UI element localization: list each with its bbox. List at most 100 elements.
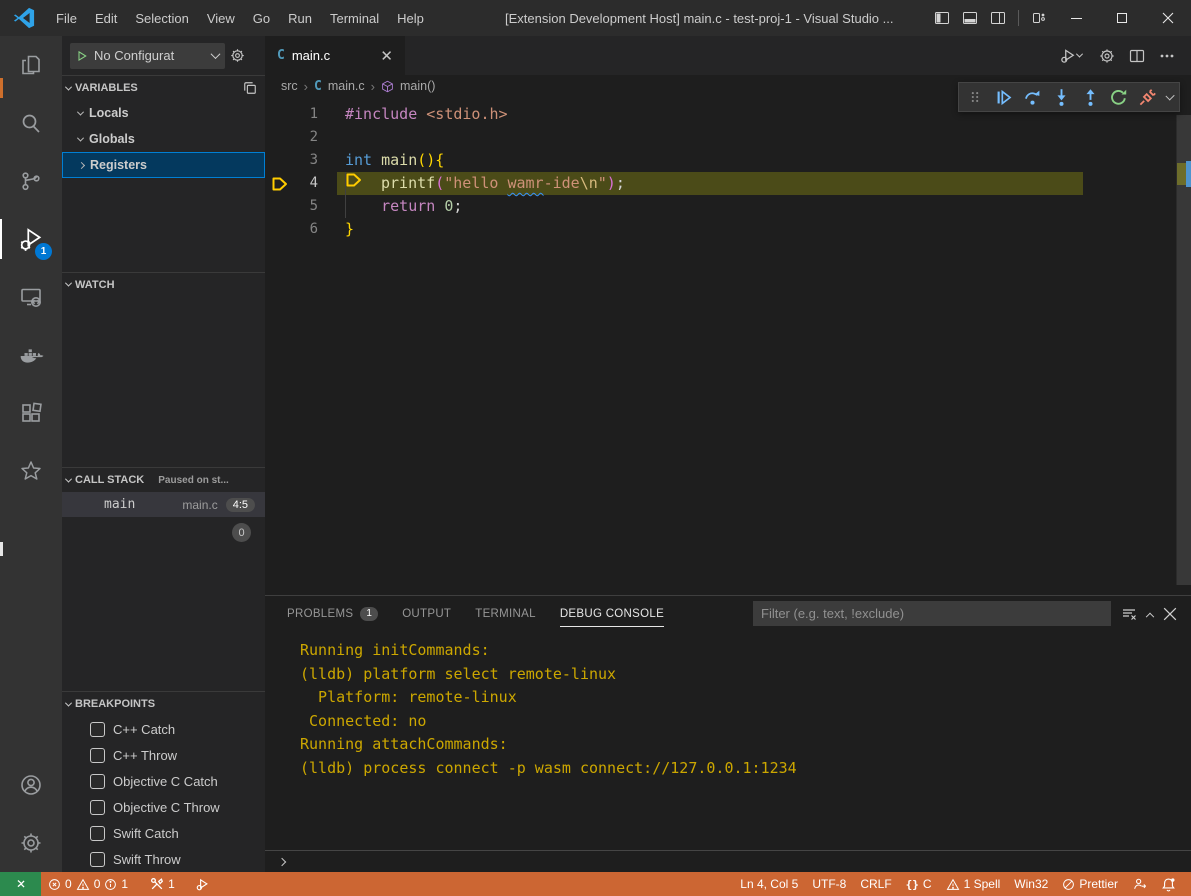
stack-frame-row[interactable]: main main.c 4:5 (62, 492, 265, 517)
menu-edit[interactable]: Edit (86, 11, 126, 26)
breadcrumb-symbol[interactable]: main() (400, 79, 435, 93)
call-stack-section-header[interactable]: CALL STACK Paused on st... (62, 468, 265, 492)
close-panel-icon[interactable] (1163, 607, 1177, 621)
breakpoint-row[interactable]: C++ Throw (62, 742, 265, 768)
line-text[interactable]: printf("hello wamr-ide\n"); (345, 172, 625, 195)
menu-go[interactable]: Go (244, 11, 279, 26)
breakpoint-row[interactable]: Swift Catch (62, 820, 265, 846)
line-text[interactable]: return 0; (345, 195, 462, 218)
close-tab-icon[interactable]: ✕ (380, 47, 393, 65)
line-text[interactable]: #include <stdio.h> (345, 103, 508, 126)
glyph-margin[interactable] (268, 149, 292, 172)
breakpoint-row[interactable]: C++ Catch (62, 716, 265, 742)
formatter-status[interactable]: Prettier (1055, 872, 1125, 896)
tools-status[interactable]: 1 (143, 872, 182, 896)
close-button[interactable] (1145, 0, 1191, 36)
glyph-margin[interactable] (268, 218, 292, 241)
code-line-4[interactable]: 4printf("hello wamr-ide\n"); (265, 172, 1191, 195)
settings-gear-icon[interactable] (0, 814, 62, 872)
debug-toolbar[interactable] (958, 82, 1180, 112)
toggle-panel-icon[interactable] (956, 4, 984, 32)
breakpoint-checkbox[interactable] (90, 722, 105, 737)
panel-tab-terminal[interactable]: TERMINAL (475, 596, 536, 631)
debug-launch-status[interactable] (188, 872, 217, 896)
docker-icon[interactable] (0, 326, 62, 384)
more-actions-icon[interactable] (1159, 48, 1175, 64)
variables-scope-locals[interactable]: Locals (62, 100, 265, 126)
platform-status[interactable]: Win32 (1007, 872, 1055, 896)
explorer-icon[interactable] (0, 36, 62, 94)
maximize-button[interactable] (1099, 0, 1145, 36)
notifications-status[interactable] (1154, 872, 1183, 896)
line-text[interactable]: } (345, 218, 354, 241)
spell-checker-status[interactable]: 1 Spell (939, 872, 1008, 896)
debug-console-output[interactable]: Running initCommands:(lldb) platform sel… (265, 631, 1191, 850)
tab-main-c[interactable]: C main.c ✕ (265, 36, 405, 75)
glyph-margin[interactable] (268, 103, 292, 126)
step-into-icon[interactable] (1051, 86, 1071, 108)
eol-status[interactable]: CRLF (853, 872, 898, 896)
run-or-debug-icon[interactable] (1055, 45, 1085, 67)
debug-start-icon[interactable] (76, 50, 88, 62)
breakpoint-checkbox[interactable] (90, 826, 105, 841)
restart-icon[interactable] (1109, 86, 1129, 108)
feedback-status[interactable] (1125, 872, 1154, 896)
source-control-icon[interactable] (0, 152, 62, 210)
breakpoints-section-header[interactable]: BREAKPOINTS (62, 692, 265, 716)
watch-section-header[interactable]: WATCH (62, 273, 265, 297)
breakpoint-checkbox[interactable] (90, 852, 105, 867)
maximize-panel-icon[interactable] (1146, 612, 1154, 620)
panel-tab-debug-console[interactable]: DEBUG CONSOLE (560, 596, 664, 631)
toolbar-drag-grip[interactable] (965, 86, 985, 108)
panel-tab-output[interactable]: OUTPUT (402, 596, 451, 631)
debug-execution-pointer-icon[interactable] (268, 172, 292, 195)
variables-scope-globals[interactable]: Globals (62, 126, 265, 152)
language-mode-status[interactable]: {​} C (899, 872, 939, 896)
menu-selection[interactable]: Selection (126, 11, 197, 26)
variables-scope-registers[interactable]: Registers (62, 152, 265, 178)
panel-tab-problems[interactable]: PROBLEMS1 (287, 596, 378, 631)
variables-section-header[interactable]: VARIABLES (62, 76, 265, 100)
breakpoint-row[interactable]: Objective C Throw (62, 794, 265, 820)
step-over-icon[interactable] (1023, 86, 1043, 108)
extensions-icon[interactable] (0, 384, 62, 442)
code-line-5[interactable]: 5 return 0; (265, 195, 1191, 218)
menu-view[interactable]: View (198, 11, 244, 26)
code-editor[interactable]: 1#include <stdio.h>23int main(){4printf(… (265, 97, 1191, 595)
menu-help[interactable]: Help (388, 11, 433, 26)
star-extension-icon[interactable] (0, 442, 62, 500)
launch-settings-gear-icon[interactable] (230, 48, 245, 63)
breadcrumb-file[interactable]: main.c (328, 79, 365, 93)
remote-indicator[interactable] (0, 872, 41, 896)
code-line-6[interactable]: 6} (265, 218, 1191, 241)
breadcrumb-src[interactable]: src (281, 79, 298, 93)
gear-icon[interactable] (1099, 48, 1115, 64)
split-editor-icon[interactable] (1129, 48, 1145, 64)
continue-icon[interactable] (994, 86, 1014, 108)
cursor-position-status[interactable]: Ln 4, Col 5 (733, 872, 805, 896)
run-and-debug-icon[interactable]: 1 (0, 210, 62, 268)
problems-status[interactable]: 0 0 1 (41, 872, 135, 896)
clear-console-icon[interactable] (1121, 606, 1137, 622)
breakpoint-row[interactable]: Swift Throw (62, 846, 265, 872)
chevron-down-icon[interactable] (1165, 91, 1174, 100)
menu-run[interactable]: Run (279, 11, 321, 26)
glyph-margin[interactable] (268, 195, 292, 218)
step-out-icon[interactable] (1080, 86, 1100, 108)
line-text[interactable]: int main(){ (345, 149, 444, 172)
debug-console-input[interactable] (265, 850, 1191, 872)
console-filter-input[interactable] (753, 601, 1111, 626)
copy-icon[interactable] (243, 81, 257, 95)
toggle-sidebar-icon[interactable] (928, 4, 956, 32)
menu-terminal[interactable]: Terminal (321, 11, 388, 26)
customize-layout-icon[interactable] (1025, 4, 1053, 32)
accounts-icon[interactable] (0, 756, 62, 814)
breakpoint-checkbox[interactable] (90, 800, 105, 815)
minimize-button[interactable] (1053, 0, 1099, 36)
code-line-2[interactable]: 2 (265, 126, 1191, 149)
breakpoint-row[interactable]: Objective C Catch (62, 768, 265, 794)
code-line-3[interactable]: 3int main(){ (265, 149, 1191, 172)
glyph-margin[interactable] (268, 126, 292, 149)
remote-explorer-icon[interactable] (0, 268, 62, 326)
disconnect-icon[interactable] (1138, 86, 1158, 108)
